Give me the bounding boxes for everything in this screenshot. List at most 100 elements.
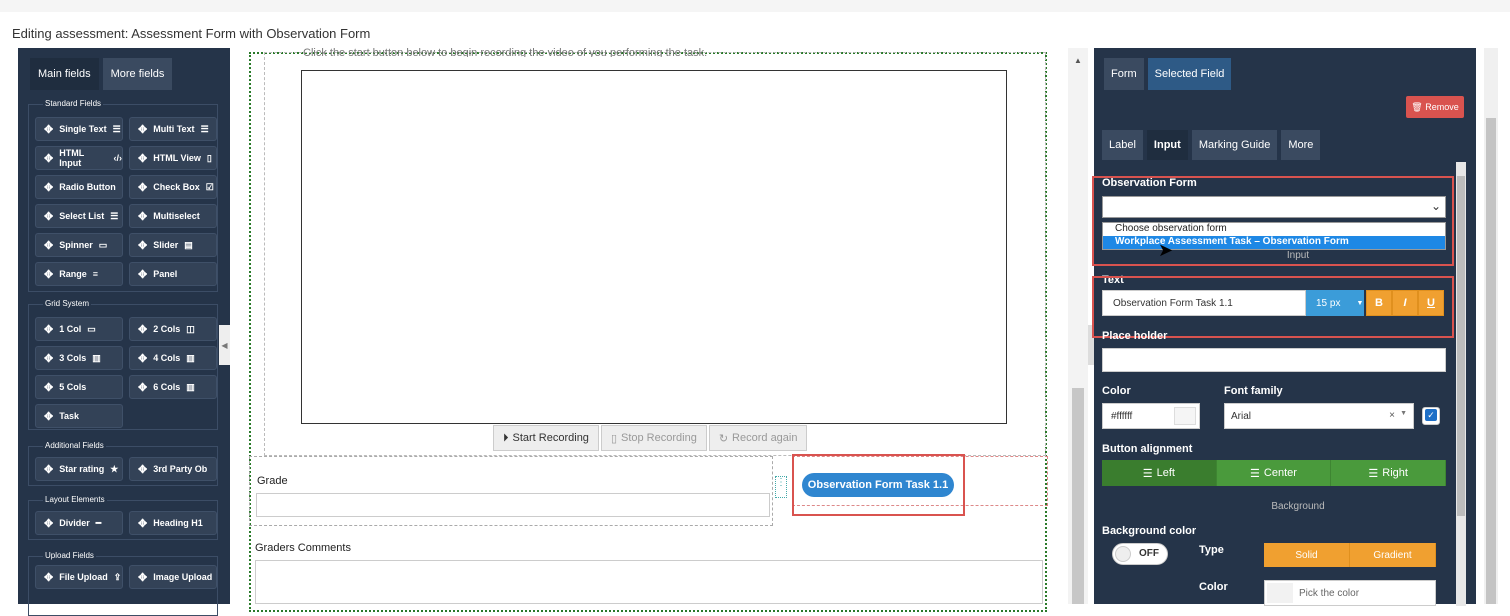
section-title: Grid System — [43, 299, 92, 308]
comments-label: Graders Comments — [255, 542, 351, 554]
move-icon: ✥ — [44, 239, 54, 252]
font-family-checkbox[interactable] — [1422, 407, 1440, 425]
color-input[interactable]: #ffffff — [1102, 403, 1200, 429]
tab-form[interactable]: Form — [1104, 58, 1144, 90]
field-2-cols[interactable]: ✥ 2 Cols ◫ — [129, 317, 217, 341]
list-icon: ☰ — [110, 210, 119, 221]
grade-label: Grade — [257, 475, 288, 487]
subtab-more[interactable]: More — [1281, 130, 1321, 160]
field-3-cols[interactable]: ✥ 3 Cols ▥ — [35, 346, 123, 370]
field-image-upload[interactable]: ✥ Image Upload — [129, 565, 217, 589]
standard-fields-section: Standard Fields ✥ Single Text ☰ ✥ Multi Tex… — [28, 99, 218, 292]
font-family-select[interactable]: Arial × ▼ — [1224, 403, 1414, 429]
page-scrollbar[interactable] — [1484, 48, 1498, 604]
field-panel[interactable]: ✥ Panel — [129, 262, 217, 286]
caret-icon: ▼ — [1400, 410, 1407, 417]
move-icon: ✥ — [138, 152, 148, 165]
section-title: Layout Elements — [43, 495, 107, 504]
subtab-marking-guide[interactable]: Marking Guide — [1191, 130, 1278, 160]
refresh-icon: ↻ — [718, 432, 729, 445]
field-4-cols[interactable]: ✥ 4 Cols ▥ — [129, 346, 217, 370]
layout-elements-section: Layout Elements ✥ Divider ━ ✥ Heading H1 — [28, 495, 218, 540]
trash-icon: 🗑 — [1411, 101, 1423, 112]
field-slider[interactable]: ✥ Slider ▤ — [129, 233, 217, 257]
upload-fields-section: Upload Fields ✥ File Upload ⇪ ✥ Image Uploa… — [28, 551, 218, 616]
align-center-button[interactable]: ☰ Center — [1216, 460, 1332, 486]
field-1-col[interactable]: ✥ 1 Col ▭ — [35, 317, 123, 341]
move-icon: ✥ — [44, 517, 54, 530]
tab-more-fields[interactable]: More fields — [102, 58, 173, 90]
canvas-scrollbar[interactable]: ▲ — [1068, 48, 1088, 604]
type-group: Solid Gradient — [1264, 543, 1436, 567]
color-swatch[interactable] — [1174, 407, 1196, 425]
field-range[interactable]: ✥ Range ≡ — [35, 262, 123, 286]
background-toggle[interactable]: OFF — [1112, 543, 1168, 565]
color-swatch[interactable] — [1267, 583, 1293, 603]
record-again-button[interactable]: ↻ Record again — [708, 425, 808, 451]
fields-panel: Main fields More fields Standard Fields … — [18, 48, 230, 616]
move-icon: ✥ — [138, 571, 148, 584]
move-icon: ✥ — [138, 181, 148, 194]
lines-icon: ☰ — [112, 123, 121, 134]
field-heading[interactable]: ✥ Heading H1 — [129, 511, 217, 535]
type-solid-button[interactable]: Solid — [1264, 543, 1350, 567]
range-icon: ≡ — [92, 269, 98, 279]
align-left-button[interactable]: ☰ Left — [1102, 460, 1217, 486]
play-circle-icon: ⏵ — [503, 431, 509, 444]
field-star-rating[interactable]: ✥ Star rating ★ — [35, 457, 123, 481]
move-icon: ✥ — [138, 268, 148, 281]
move-icon: ✥ — [138, 463, 148, 476]
grade-input[interactable] — [256, 493, 770, 517]
panel-scrollbar[interactable] — [1456, 162, 1466, 606]
scroll-up-icon[interactable]: ▲ — [1074, 56, 1082, 65]
field-5-cols[interactable]: ✥ 5 Cols — [35, 375, 123, 399]
field-task[interactable]: ✥ Task — [35, 404, 123, 428]
move-icon: ✥ — [44, 210, 54, 223]
field-spinner[interactable]: ✥ Spinner ▭ — [35, 233, 123, 257]
grid-system-section: Grid System ✥ 1 Col ▭ ✥ 2 Cols ◫ ✥ 3 Cols ▥ ✥ 4… — [28, 299, 218, 430]
spinner-icon: ▭ — [98, 239, 108, 250]
stop-recording-button[interactable]: ▯ Stop Recording — [600, 425, 707, 451]
field-file-upload[interactable]: ✥ File Upload ⇪ — [35, 565, 123, 589]
lines-icon: ☰ — [200, 123, 209, 134]
type-gradient-button[interactable]: Gradient — [1350, 543, 1436, 567]
field-html-input[interactable]: ✥ HTML Input ‹/› — [35, 146, 123, 170]
field-select-list[interactable]: ✥ Select List ☰ — [35, 204, 123, 228]
subtab-input[interactable]: Input — [1146, 130, 1188, 160]
collapse-left-handle[interactable]: ◀ — [219, 325, 230, 365]
align-right-button[interactable]: ☰ Right — [1331, 460, 1447, 486]
doc-icon: ▯ — [206, 152, 212, 163]
move-icon: ✥ — [138, 123, 148, 136]
field-multi-text[interactable]: ✥ Multi Text ☰ — [129, 117, 217, 141]
field-single-text[interactable]: ✥ Single Text ☰ — [35, 117, 123, 141]
tab-selected-field[interactable]: Selected Field — [1147, 58, 1232, 90]
video-field[interactable]: Click the start button below to begin re… — [264, 47, 1046, 456]
clear-icon[interactable]: × — [1389, 410, 1395, 421]
align-center-icon: ☰ — [1250, 467, 1260, 480]
stop-icon: ▯ — [610, 432, 617, 445]
field-multiselect[interactable]: ✥ Multiselect — [129, 204, 217, 228]
remove-button[interactable]: 🗑 Remove — [1406, 96, 1464, 118]
align-left-icon: ☰ — [1142, 467, 1153, 480]
subtab-label[interactable]: Label — [1102, 130, 1143, 160]
field-divider[interactable]: ✥ Divider ━ — [35, 511, 123, 535]
resize-handle[interactable]: ⋮ — [775, 476, 787, 498]
field-radio-button[interactable]: ✥ Radio Button — [35, 175, 123, 199]
start-recording-button[interactable]: ⏵ Start Recording — [493, 425, 599, 451]
font-family-label: Font family — [1224, 385, 1283, 397]
placeholder-input[interactable] — [1102, 348, 1446, 372]
field-html-view[interactable]: ✥ HTML View ▯ — [129, 146, 217, 170]
star-icon: ★ — [110, 463, 119, 474]
field-6-cols[interactable]: ✥ 6 Cols ▥ — [129, 375, 217, 399]
additional-fields-section: Additional Fields ✥ Star rating ★ ✥ 3rd Par… — [28, 441, 218, 486]
alignment-group: ☰ Left ☰ Center ☰ Right — [1102, 460, 1447, 486]
move-icon: ✥ — [138, 323, 148, 336]
move-icon: ✥ — [44, 181, 54, 194]
align-right-icon: ☰ — [1368, 467, 1379, 480]
comments-textarea[interactable] — [255, 560, 1043, 604]
field-check-box[interactable]: ✥ Check Box ☑ — [129, 175, 217, 199]
field-3rd-party[interactable]: ✥ 3rd Party Ob — [129, 457, 217, 481]
placeholder-label: Place holder — [1102, 330, 1168, 342]
tab-main-fields[interactable]: Main fields — [30, 58, 99, 90]
pick-color-input[interactable]: Pick the color — [1264, 580, 1436, 606]
